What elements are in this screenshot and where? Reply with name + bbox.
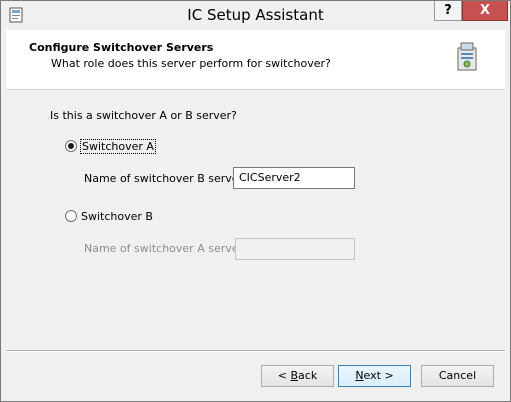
back-button[interactable]: < Back <box>261 365 334 387</box>
help-button[interactable]: ? <box>434 1 462 21</box>
switchover-b-radio[interactable] <box>65 210 77 222</box>
setup-package-icon <box>457 42 477 71</box>
footer-divider-highlight <box>6 351 505 352</box>
switchover-b-label[interactable]: Switchover B <box>81 210 153 223</box>
back-button-rest: ack <box>298 369 318 382</box>
switchover-a-server-input <box>235 238 355 260</box>
next-button-rest: ext > <box>363 369 394 382</box>
setup-dialog: IC Setup Assistant ? X Configure Switcho… <box>0 0 511 402</box>
back-button-mnemonic: B <box>290 369 299 382</box>
back-button-prefix: < <box>277 369 291 382</box>
wizard-header: Configure Switchover Servers What role d… <box>6 30 505 90</box>
title-bar[interactable]: IC Setup Assistant ? X <box>1 1 510 30</box>
cancel-button[interactable]: Cancel <box>421 365 494 387</box>
switchover-a-label[interactable]: Switchover A <box>80 139 156 154</box>
role-question: Is this a switchover A or B server? <box>50 109 237 122</box>
switchover-b-server-label: Name of switchover B server: <box>84 172 247 185</box>
close-button[interactable]: X <box>462 1 508 21</box>
switchover-a-server-label: Name of switchover A server: <box>84 242 247 255</box>
page-subtitle: What role does this server perform for s… <box>51 57 331 70</box>
page-title: Configure Switchover Servers <box>29 41 214 54</box>
next-button-mnemonic: N <box>355 369 364 382</box>
switchover-b-server-input[interactable]: CICServer2 <box>233 167 355 189</box>
next-button[interactable]: Next > <box>338 365 411 387</box>
switchover-a-radio[interactable] <box>65 140 77 152</box>
